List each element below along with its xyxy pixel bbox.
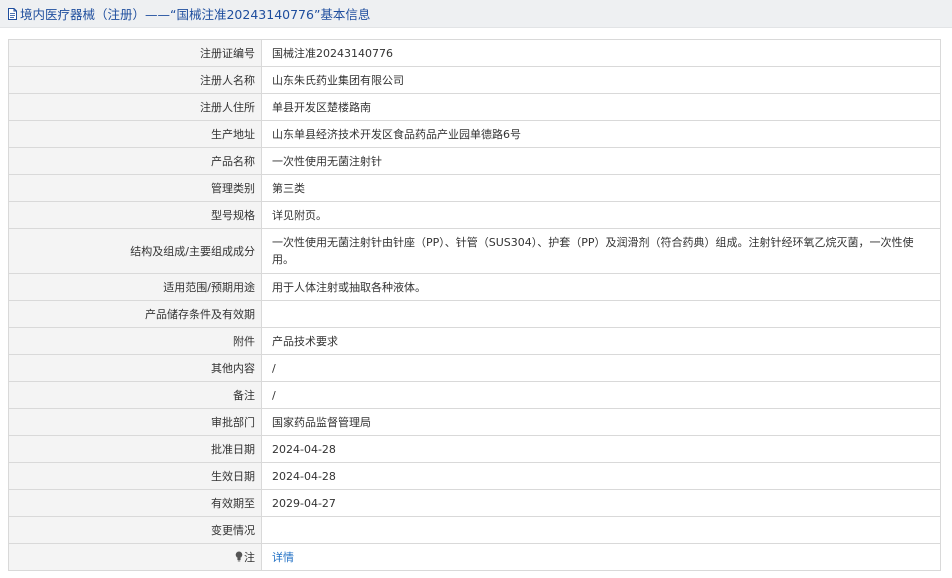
field-label: 变更情况 bbox=[8, 516, 262, 544]
table-row: 产品名称 一次性使用无菌注射针 bbox=[8, 147, 941, 175]
lightbulb-icon bbox=[235, 551, 243, 561]
field-label: 管理类别 bbox=[8, 174, 262, 202]
field-value: 国械注准20243140776 bbox=[261, 39, 941, 67]
table-row: 生效日期 2024-04-28 bbox=[8, 462, 941, 490]
table-row: 备注 / bbox=[8, 381, 941, 409]
page-title: 境内医疗器械（注册）——“国械注准20243140776”基本信息 bbox=[20, 7, 371, 22]
field-label: 备注 bbox=[8, 381, 262, 409]
table-row: 变更情况 bbox=[8, 516, 941, 544]
field-value: 产品技术要求 bbox=[261, 327, 941, 355]
table-row: 有效期至 2029-04-27 bbox=[8, 489, 941, 517]
note-value-cell: 详情 bbox=[261, 543, 941, 571]
field-value: 详见附页。 bbox=[261, 201, 941, 229]
table-row: 审批部门 国家药品监督管理局 bbox=[8, 408, 941, 436]
field-value: 用于人体注射或抽取各种液体。 bbox=[261, 273, 941, 301]
table-row: 型号规格 详见附页。 bbox=[8, 201, 941, 229]
table-row-note: 注 详情 bbox=[8, 543, 941, 571]
field-value bbox=[261, 300, 941, 328]
table-row: 注册人住所 单县开发区楚楼路南 bbox=[8, 93, 941, 121]
field-label: 生产地址 bbox=[8, 120, 262, 148]
document-icon bbox=[8, 7, 17, 20]
page-header: 境内医疗器械（注册）——“国械注准20243140776”基本信息 bbox=[0, 0, 952, 28]
field-value: 2024-04-28 bbox=[261, 435, 941, 463]
table-row: 注册人名称 山东朱氏药业集团有限公司 bbox=[8, 66, 941, 94]
field-value: / bbox=[261, 354, 941, 382]
field-label: 生效日期 bbox=[8, 462, 262, 490]
table-row: 附件 产品技术要求 bbox=[8, 327, 941, 355]
note-label-cell: 注 bbox=[8, 543, 262, 571]
field-value: 国家药品监督管理局 bbox=[261, 408, 941, 436]
field-value: 2029-04-27 bbox=[261, 489, 941, 517]
field-value: 山东朱氏药业集团有限公司 bbox=[261, 66, 941, 94]
field-label: 型号规格 bbox=[8, 201, 262, 229]
table-row: 批准日期 2024-04-28 bbox=[8, 435, 941, 463]
table-row: 管理类别 第三类 bbox=[8, 174, 941, 202]
field-value: 一次性使用无菌注射针 bbox=[261, 147, 941, 175]
field-value: / bbox=[261, 381, 941, 409]
field-value bbox=[261, 516, 941, 544]
field-value: 第三类 bbox=[261, 174, 941, 202]
field-label: 产品储存条件及有效期 bbox=[8, 300, 262, 328]
table-row: 适用范围/预期用途 用于人体注射或抽取各种液体。 bbox=[8, 273, 941, 301]
info-table-container: 注册证编号 国械注准20243140776 注册人名称 山东朱氏药业集团有限公司… bbox=[8, 39, 941, 571]
note-label: 注 bbox=[244, 550, 255, 564]
field-label: 其他内容 bbox=[8, 354, 262, 382]
table-row: 结构及组成/主要组成成分 一次性使用无菌注射针由针座（PP）、针管（SUS304… bbox=[8, 228, 941, 274]
field-value: 一次性使用无菌注射针由针座（PP）、针管（SUS304）、护套（PP）及润滑剂（… bbox=[261, 228, 941, 274]
field-value: 山东单县经济技术开发区食品药品产业园单德路6号 bbox=[261, 120, 941, 148]
table-row: 注册证编号 国械注准20243140776 bbox=[8, 39, 941, 67]
field-label: 注册人名称 bbox=[8, 66, 262, 94]
table-row: 产品储存条件及有效期 bbox=[8, 300, 941, 328]
field-label: 附件 bbox=[8, 327, 262, 355]
table-row: 其他内容 / bbox=[8, 354, 941, 382]
field-label: 注册人住所 bbox=[8, 93, 262, 121]
field-label: 有效期至 bbox=[8, 489, 262, 517]
info-table: 注册证编号 国械注准20243140776 注册人名称 山东朱氏药业集团有限公司… bbox=[8, 39, 941, 571]
field-label: 产品名称 bbox=[8, 147, 262, 175]
field-label: 注册证编号 bbox=[8, 39, 262, 67]
field-label: 审批部门 bbox=[8, 408, 262, 436]
field-label: 结构及组成/主要组成成分 bbox=[8, 228, 262, 274]
field-label: 批准日期 bbox=[8, 435, 262, 463]
details-link[interactable]: 详情 bbox=[272, 551, 294, 564]
field-label: 适用范围/预期用途 bbox=[8, 273, 262, 301]
field-value: 2024-04-28 bbox=[261, 462, 941, 490]
table-row: 生产地址 山东单县经济技术开发区食品药品产业园单德路6号 bbox=[8, 120, 941, 148]
field-value: 单县开发区楚楼路南 bbox=[261, 93, 941, 121]
